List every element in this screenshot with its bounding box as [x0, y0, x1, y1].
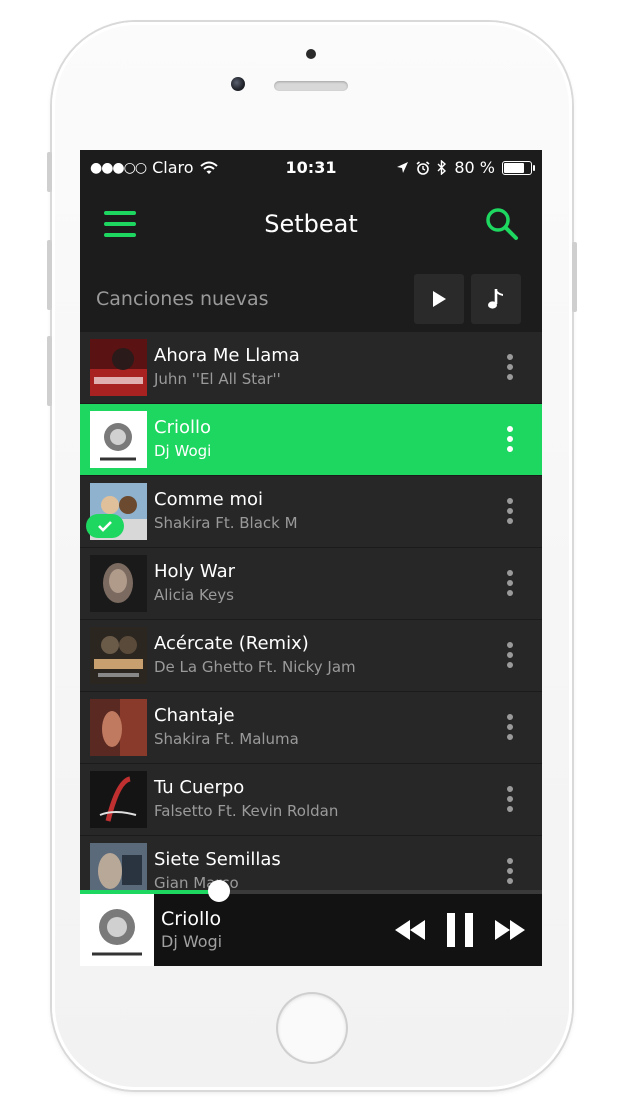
section-title: Canciones nuevas [96, 288, 269, 310]
song-row[interactable]: Acércate (Remix) De La Ghetto Ft. Nicky … [80, 620, 542, 692]
now-playing-title: Criollo [161, 908, 222, 930]
earpiece-speaker [274, 81, 348, 91]
music-note-icon [488, 289, 503, 309]
alarm-clock-icon [416, 160, 430, 175]
more-options-icon[interactable] [506, 354, 514, 382]
more-options-icon[interactable] [506, 570, 514, 598]
battery-icon [502, 160, 535, 175]
mute-switch [47, 152, 52, 192]
song-title: Tu Cuerpo [154, 777, 245, 798]
checkmark-icon [98, 521, 112, 532]
rewind-button[interactable] [390, 910, 430, 950]
app-title: Setbeat [264, 210, 358, 238]
song-artist: Alicia Keys [154, 586, 234, 604]
play-icon [433, 291, 446, 307]
search-icon[interactable] [484, 206, 520, 242]
battery-percent: 80 % [454, 158, 495, 177]
song-row[interactable]: Holy War Alicia Keys [80, 548, 542, 620]
volume-up-button [47, 240, 52, 310]
song-artist: Juhn ''El All Star'' [154, 370, 281, 388]
song-row[interactable]: Chantaje Shakira Ft. Maluma [80, 692, 542, 764]
home-button[interactable] [278, 994, 346, 1062]
progress-fill [80, 890, 219, 894]
song-artist: Dj Wogi [154, 442, 212, 460]
fast-forward-button[interactable] [490, 910, 530, 950]
song-artist: Falsetto Ft. Kevin Roldan [154, 802, 339, 820]
more-options-icon[interactable] [506, 642, 514, 670]
song-title: Ahora Me Llama [154, 345, 300, 366]
pause-button[interactable] [440, 910, 480, 950]
proximity-sensor [306, 49, 316, 59]
progress-bar[interactable] [80, 880, 542, 902]
music-library-button[interactable] [471, 274, 521, 324]
location-arrow-icon [397, 162, 409, 173]
album-art [90, 411, 147, 468]
more-options-icon[interactable] [506, 858, 514, 886]
song-artist: Shakira Ft. Black M [154, 514, 298, 532]
more-options-icon[interactable] [506, 498, 514, 526]
song-title: Acércate (Remix) [154, 633, 309, 654]
song-title: Holy War [154, 561, 235, 582]
fast-forward-icon [495, 920, 525, 940]
album-art [90, 555, 147, 612]
album-art [90, 699, 147, 756]
bluetooth-icon [437, 160, 447, 175]
app-bar: Setbeat [80, 186, 542, 264]
progress-handle[interactable] [207, 880, 230, 902]
play-all-button[interactable] [414, 274, 464, 324]
song-artist: Shakira Ft. Maluma [154, 730, 299, 748]
now-playing-album-art[interactable] [80, 894, 154, 966]
front-camera [231, 77, 245, 91]
pause-icon [447, 913, 473, 947]
album-art [90, 771, 147, 828]
song-row[interactable]: Ahora Me Llama Juhn ''El All Star'' [80, 332, 542, 404]
song-title: Criollo [154, 417, 211, 438]
album-art [90, 339, 147, 396]
album-art [90, 627, 147, 684]
more-options-icon[interactable] [506, 426, 514, 454]
section-header: Canciones nuevas [80, 264, 542, 332]
song-row[interactable]: Tu Cuerpo Falsetto Ft. Kevin Roldan [80, 764, 542, 836]
song-artist: De La Ghetto Ft. Nicky Jam [154, 658, 356, 676]
song-list: Ahora Me Llama Juhn ''El All Star'' Crio… [80, 332, 542, 908]
downloaded-badge [86, 514, 124, 538]
song-title: Comme moi [154, 489, 263, 510]
rewind-icon [395, 920, 425, 940]
song-row[interactable]: Criollo Dj Wogi [80, 404, 542, 476]
volume-down-button [47, 336, 52, 406]
now-playing-artist: Dj Wogi [161, 932, 223, 951]
more-options-icon[interactable] [506, 786, 514, 814]
song-title: Siete Semillas [154, 849, 281, 870]
song-row[interactable]: Comme moi Shakira Ft. Black M [80, 476, 542, 548]
more-options-icon[interactable] [506, 714, 514, 742]
app-screen: ●●●○○ Claro 10:31 80 % Setbeat Canciones… [80, 150, 542, 966]
status-bar: ●●●○○ Claro 10:31 80 % [80, 150, 542, 186]
now-playing-bar[interactable]: Criollo Dj Wogi [80, 880, 542, 966]
song-title: Chantaje [154, 705, 235, 726]
power-button [572, 242, 577, 312]
